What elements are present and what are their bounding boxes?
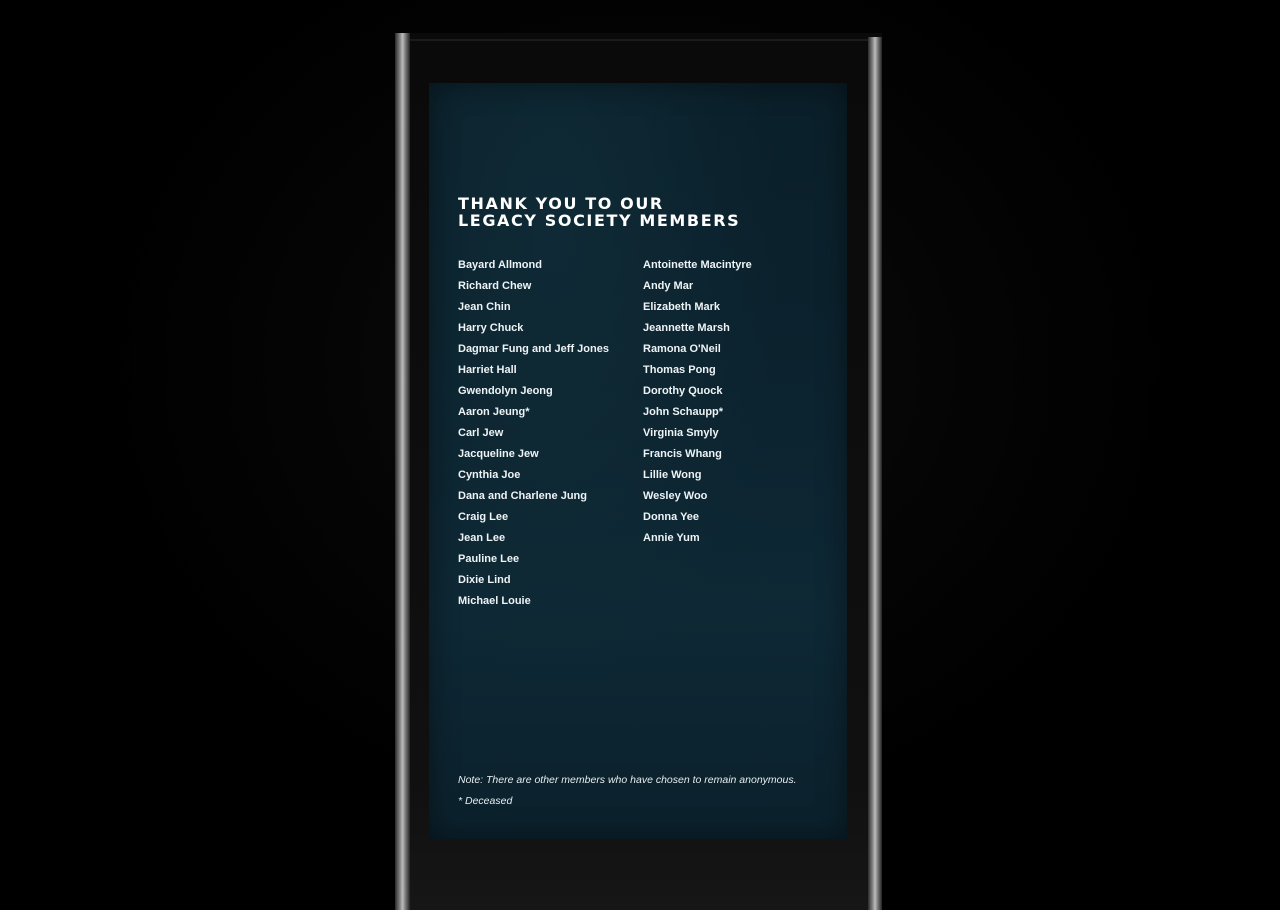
- list-item: Jean Chin: [458, 301, 511, 313]
- list-item: Dixie Lind: [458, 574, 511, 586]
- list-item: Ramona O'Neil: [643, 343, 721, 355]
- list-item: Dana and Charlene Jung: [458, 490, 587, 502]
- title-line-1: THANK YOU TO OUR: [458, 194, 664, 213]
- list-item: Jacqueline Jew: [458, 448, 539, 460]
- list-item: Dorothy Quock: [643, 385, 723, 397]
- list-item: Dagmar Fung and Jeff Jones: [458, 343, 609, 355]
- list-item: Harry Chuck: [458, 322, 524, 334]
- deceased-note: * Deceased: [458, 795, 513, 807]
- member-list-right: Antoinette Macintyre Andy Mar Elizabeth …: [643, 255, 752, 549]
- list-item: John Schaupp*: [643, 406, 724, 418]
- scene-background: THANK YOU TO OUR LEGACY SOCIETY MEMBERS …: [0, 0, 1280, 910]
- list-item: Antoinette Macintyre: [643, 259, 752, 271]
- list-item: Richard Chew: [458, 280, 532, 292]
- display-screen: THANK YOU TO OUR LEGACY SOCIETY MEMBERS …: [429, 83, 847, 839]
- list-item: Annie Yum: [643, 532, 700, 544]
- list-item: Cynthia Joe: [458, 469, 521, 481]
- title-line-2: LEGACY SOCIETY MEMBERS: [458, 211, 741, 230]
- member-list-left: Bayard Allmond Richard Chew Jean Chin Ha…: [458, 255, 609, 612]
- list-item: Lillie Wong: [643, 469, 702, 481]
- list-item: Jean Lee: [458, 532, 506, 544]
- list-item: Craig Lee: [458, 511, 509, 523]
- list-item: Elizabeth Mark: [643, 301, 721, 313]
- list-item: Wesley Woo: [643, 490, 708, 502]
- kiosk-top-bezel: [410, 39, 868, 41]
- kiosk-right-post: [868, 37, 882, 910]
- list-item: Gwendolyn Jeong: [458, 385, 553, 397]
- list-item: Michael Louie: [458, 595, 531, 607]
- list-item: Donna Yee: [643, 511, 700, 523]
- list-item: Bayard Allmond: [458, 259, 542, 271]
- kiosk-left-post: [395, 33, 410, 910]
- anonymous-note: Note: There are other members who have c…: [458, 774, 797, 786]
- list-item: Aaron Jeung*: [458, 406, 530, 418]
- page-title: THANK YOU TO OUR LEGACY SOCIETY MEMBERS: [458, 195, 740, 229]
- list-item: Jeannette Marsh: [643, 322, 730, 334]
- list-item: Pauline Lee: [458, 553, 520, 565]
- list-item: Virginia Smyly: [643, 427, 719, 439]
- list-item: Carl Jew: [458, 427, 504, 439]
- list-item: Harriet Hall: [458, 364, 517, 376]
- list-item: Francis Whang: [643, 448, 722, 460]
- list-item: Andy Mar: [643, 280, 694, 292]
- footnotes: Note: There are other members who have c…: [458, 770, 797, 812]
- list-item: Thomas Pong: [643, 364, 716, 376]
